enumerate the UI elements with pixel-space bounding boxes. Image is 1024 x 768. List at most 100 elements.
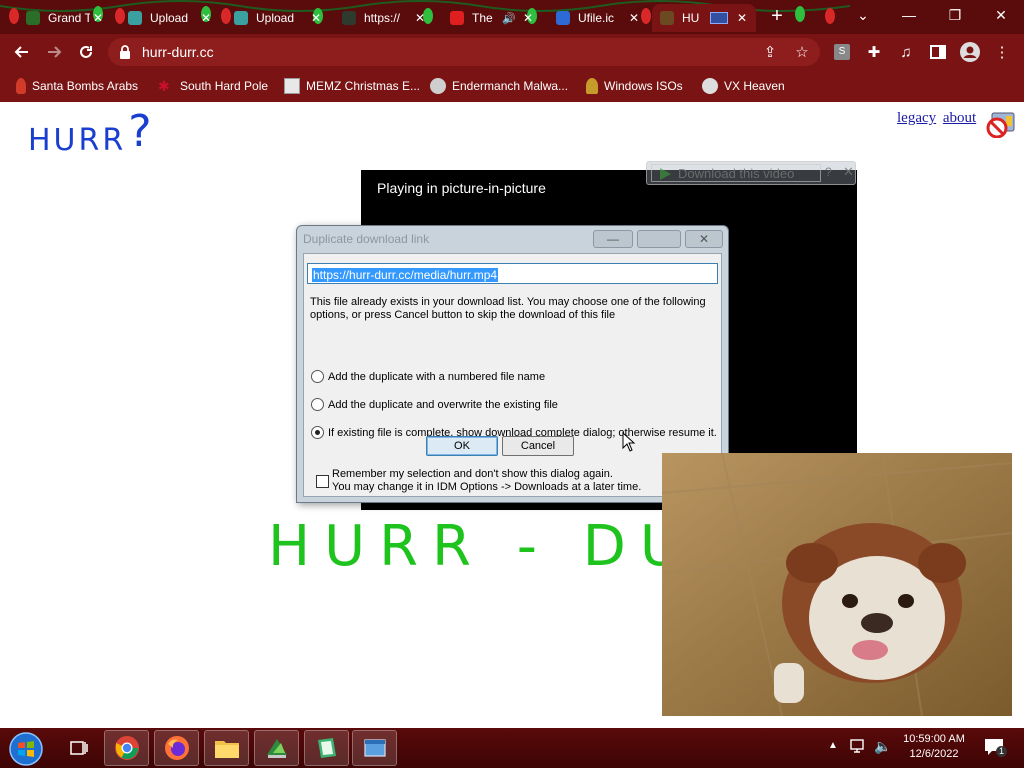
about-link[interactable]: about bbox=[943, 110, 976, 126]
avatar-icon bbox=[960, 42, 980, 62]
bulldog-video-frame bbox=[662, 453, 1012, 716]
tab-hurr-active[interactable]: HU ✕ bbox=[652, 4, 756, 32]
bookmarks-bar: Santa Bombs Arabs ✱ South Hard Pole MEMZ… bbox=[0, 70, 1024, 102]
tab-favicon-icon bbox=[660, 11, 674, 25]
bookmark-label: Windows ISOs bbox=[604, 79, 683, 93]
option-overwrite-existing[interactable]: Add the duplicate and overwrite the exis… bbox=[311, 398, 558, 411]
close-tab-icon[interactable]: ✕ bbox=[308, 10, 324, 26]
bookmark-star-icon[interactable]: ☆ bbox=[792, 42, 812, 62]
dialog-close-button[interactable]: ✕ bbox=[685, 230, 723, 248]
bookmark-memz-christmas[interactable]: MEMZ Christmas E... bbox=[284, 76, 420, 96]
tab-favicon-icon bbox=[342, 11, 356, 25]
tab-https[interactable]: https:// ✕ bbox=[334, 4, 434, 32]
tab-grand[interactable]: Grand T ✕ bbox=[18, 4, 112, 32]
page-title: HURR - DU bbox=[268, 514, 695, 579]
bookmark-vx-heaven[interactable]: VX Heaven bbox=[702, 76, 785, 96]
side-panel-icon[interactable] bbox=[928, 42, 948, 62]
back-button[interactable] bbox=[10, 40, 34, 64]
download-this-video-button[interactable]: Download this video bbox=[651, 164, 821, 182]
close-tab-icon[interactable]: ✕ bbox=[520, 10, 536, 26]
pip-status-text: Playing in picture-in-picture bbox=[377, 180, 546, 196]
option-numbered-file-name[interactable]: Add the duplicate with a numbered file n… bbox=[311, 370, 545, 383]
profile-avatar-icon[interactable] bbox=[960, 42, 980, 62]
legacy-link[interactable]: legacy bbox=[897, 110, 936, 126]
volume-icon[interactable]: 🔈 bbox=[874, 738, 891, 755]
notification-center-button[interactable]: 1 bbox=[984, 738, 1007, 757]
ok-button[interactable]: OK bbox=[426, 436, 498, 456]
cancel-button[interactable]: Cancel bbox=[502, 436, 574, 456]
minimize-button[interactable]: — bbox=[886, 0, 932, 30]
folder-icon bbox=[214, 741, 239, 758]
tab-search-dropdown-button[interactable]: ⌄ bbox=[840, 0, 886, 30]
restore-button[interactable]: ❐ bbox=[932, 0, 978, 30]
new-tab-button[interactable]: + bbox=[766, 6, 788, 28]
lock-icon bbox=[120, 45, 130, 59]
remember-selection-checkbox[interactable] bbox=[316, 475, 329, 488]
reload-button[interactable] bbox=[74, 40, 98, 64]
close-window-button[interactable]: ✕ bbox=[978, 0, 1024, 30]
side-panel-svg-icon bbox=[930, 45, 946, 59]
forward-button[interactable] bbox=[42, 40, 66, 64]
close-tab-icon[interactable]: ✕ bbox=[626, 10, 642, 26]
url-field[interactable]: https://hurr-durr.cc/media/hurr.mp4 bbox=[307, 263, 718, 284]
bookmark-south-hard-pole[interactable]: ✱ South Hard Pole bbox=[158, 76, 268, 96]
dialog-minimize-button[interactable]: — bbox=[593, 230, 633, 248]
bookmark-label: VX Heaven bbox=[724, 79, 785, 93]
remember-selection-label: Remember my selection and don't show thi… bbox=[332, 468, 641, 494]
network-icon[interactable] bbox=[850, 738, 868, 757]
extensions-puzzle-icon[interactable]: ✚ bbox=[864, 42, 884, 62]
tab-upload-1[interactable]: Upload ✕ bbox=[120, 4, 220, 32]
forward-arrow-icon bbox=[48, 46, 62, 58]
dialog-titlebar[interactable]: Duplicate download link — ✕ bbox=[297, 226, 728, 251]
tab-youtube[interactable]: The 🔊 ✕ bbox=[442, 4, 542, 32]
taskbar-firefox[interactable] bbox=[154, 730, 199, 766]
close-tab-icon[interactable]: ✕ bbox=[90, 10, 106, 26]
pip-indicator-icon bbox=[710, 12, 728, 24]
idm-download-panel: Download this video ? ✕ bbox=[646, 161, 856, 185]
memz-window-icon bbox=[284, 78, 300, 94]
media-controls-icon[interactable]: ♫ bbox=[896, 42, 916, 62]
share-icon[interactable]: ⇪ bbox=[760, 42, 780, 62]
start-button-windows-icon[interactable] bbox=[8, 731, 44, 767]
radio-button[interactable] bbox=[311, 370, 324, 383]
pip-video-window[interactable] bbox=[662, 453, 1012, 716]
no-ads-extension-icon[interactable] bbox=[986, 112, 1016, 138]
show-hidden-icons-chevron[interactable]: ▲ bbox=[828, 740, 838, 751]
tab-title: Ufile.ic bbox=[578, 11, 615, 25]
top-links: legacy about bbox=[897, 110, 979, 127]
tab-upload-2[interactable]: Upload ✕ bbox=[226, 4, 330, 32]
taskbar-file-explorer[interactable] bbox=[204, 730, 249, 766]
menu-kebab-icon[interactable]: ⋮ bbox=[992, 42, 1012, 62]
system-clock[interactable]: 10:59:00 AM 12/6/2022 bbox=[896, 732, 972, 762]
close-tab-icon[interactable]: ✕ bbox=[198, 10, 214, 26]
bookmark-windows-isos[interactable]: Windows ISOs bbox=[586, 76, 683, 96]
option-label: Add the duplicate and overwrite the exis… bbox=[328, 398, 558, 411]
radio-button[interactable] bbox=[311, 398, 324, 411]
taskbar-app-window[interactable] bbox=[352, 730, 397, 766]
close-tab-icon[interactable]: ✕ bbox=[412, 10, 428, 26]
reload-icon bbox=[80, 46, 92, 58]
taskbar-app-green[interactable] bbox=[304, 730, 349, 766]
bookmark-santa-bombs-arabs[interactable]: Santa Bombs Arabs bbox=[16, 76, 138, 96]
dialog-maximize-button[interactable] bbox=[637, 230, 681, 248]
site-logo[interactable]: HURR? bbox=[28, 106, 155, 161]
gold-figure-icon bbox=[586, 78, 598, 94]
taskbar-idm[interactable] bbox=[254, 730, 299, 766]
tab-title: Upload bbox=[150, 11, 189, 25]
close-tab-icon[interactable]: ✕ bbox=[734, 10, 750, 26]
bookmark-endermanch-malware[interactable]: Endermanch Malwa... bbox=[430, 76, 568, 96]
tab-title: Upload bbox=[256, 11, 295, 25]
tab-ufile[interactable]: Ufile.ic ✕ bbox=[548, 4, 648, 32]
close-icon[interactable]: ✕ bbox=[843, 164, 854, 180]
tab-favicon-icon bbox=[26, 11, 40, 25]
radio-button-selected[interactable] bbox=[311, 426, 324, 439]
taskbar-chrome[interactable] bbox=[104, 730, 149, 766]
task-view-button[interactable] bbox=[56, 730, 101, 766]
extension-s-button[interactable]: S bbox=[832, 42, 852, 62]
windows-taskbar: ▲ 🔈 10:59:00 AM 12/6/2022 1 bbox=[0, 728, 1024, 768]
bookmark-label: MEMZ Christmas E... bbox=[306, 79, 421, 93]
help-icon[interactable]: ? bbox=[825, 165, 832, 179]
address-bar[interactable]: hurr-durr.cc ⇪ ☆ bbox=[108, 38, 820, 66]
task-view-icon bbox=[69, 741, 88, 755]
option-label: Add the duplicate with a numbered file n… bbox=[328, 370, 546, 383]
